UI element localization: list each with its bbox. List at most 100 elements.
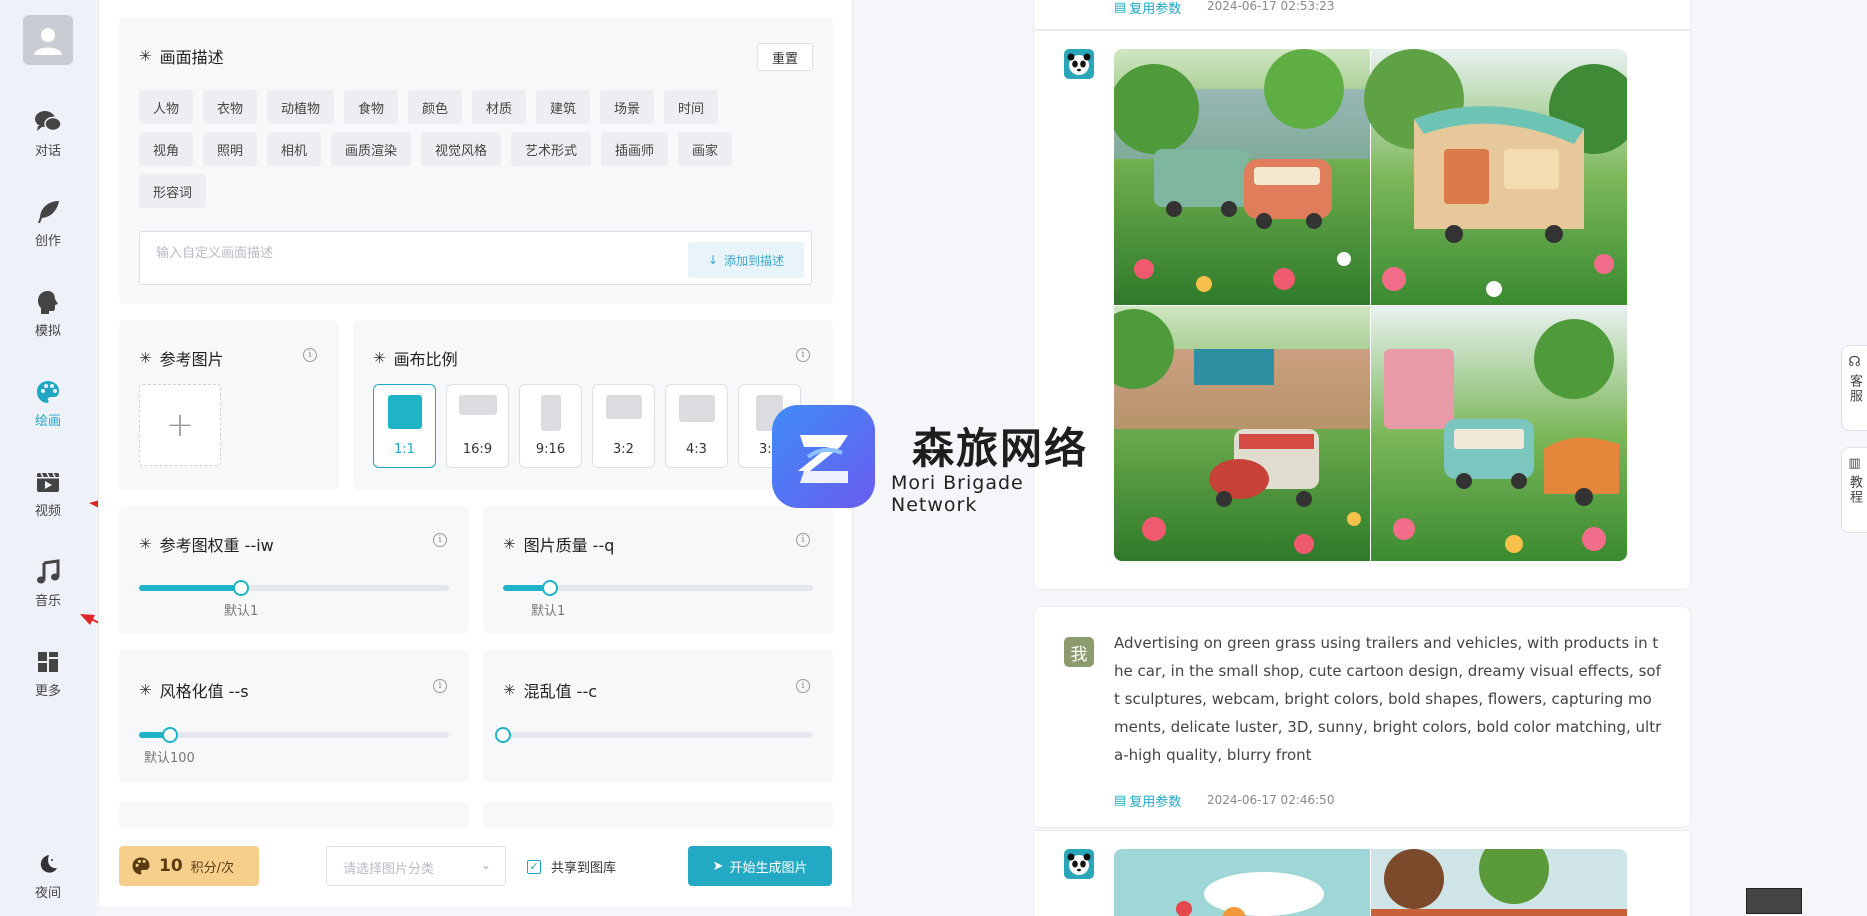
moon-icon (34, 850, 62, 878)
tag-chip[interactable]: 视觉风格 (421, 132, 502, 166)
tag-chip[interactable]: 颜色 (408, 90, 463, 124)
night-label: 夜间 (34, 886, 61, 901)
reuse-params-button[interactable]: ▤ 复用参数 (1114, 0, 1181, 17)
share-to-gallery[interactable]: ✓ 共享到图库 (527, 857, 616, 876)
user-avatar: 我 (1064, 637, 1094, 667)
tag-chip[interactable]: 人物 (139, 90, 194, 124)
stylize-title: ✳ 风格化值 --s (139, 681, 249, 701)
generate-button[interactable]: ➤ 开始生成图片 (688, 846, 832, 886)
message-card (1033, 830, 1691, 916)
ratio-label: 1:1 (394, 442, 415, 457)
nav-item-simulate[interactable]: 模拟 (0, 288, 96, 339)
chaos-slider[interactable] (495, 727, 813, 743)
tag-chip[interactable]: 场景 (600, 90, 655, 124)
nav-item-chat[interactable]: 对话 (0, 108, 96, 159)
info-icon[interactable]: i (433, 533, 447, 547)
tag-chip[interactable]: 画家 (678, 132, 733, 166)
info-icon[interactable]: i (303, 348, 317, 362)
generated-image-grid[interactable] (1114, 849, 1627, 916)
info-icon[interactable]: i (796, 533, 810, 547)
keyboard-icon[interactable] (1746, 888, 1802, 914)
info-icon[interactable]: i (796, 348, 810, 362)
tag-chip[interactable]: 动植物 (267, 90, 335, 124)
iw-slider[interactable] (139, 580, 449, 596)
tag-chip[interactable]: 衣物 (203, 90, 258, 124)
ratio-option[interactable]: 1:1 (373, 384, 436, 468)
slider-thumb[interactable] (495, 727, 511, 743)
category-select[interactable]: 请选择图片分类 ⌄ (326, 846, 506, 886)
tag-chip[interactable]: 画质渲染 (331, 132, 412, 166)
cost-badge: 10 积分/次 (119, 846, 259, 886)
nav-item-paint[interactable]: 绘画 (0, 378, 96, 429)
timestamp: 2024-06-17 02:46:50 (1207, 793, 1335, 807)
upload-image-button[interactable]: + (139, 384, 221, 466)
description-input[interactable]: 输入自定义画面描述 ↓ 添加到描述 (139, 231, 812, 285)
tag-chip[interactable]: 形容词 (139, 174, 207, 208)
nav-item-music[interactable]: 音乐 (0, 558, 96, 609)
slider-thumb[interactable] (542, 580, 558, 596)
chaos-title: ✳ 混乱值 --c (503, 681, 598, 701)
info-icon[interactable]: i (433, 679, 447, 693)
tag-chip[interactable]: 相机 (267, 132, 322, 166)
reset-button[interactable]: 重置 (757, 43, 813, 71)
watermark: 森旅网络 Mori Brigade Network (772, 405, 1102, 516)
ratio-label: 9:16 (535, 442, 566, 457)
tag-chip[interactable]: 材质 (472, 90, 527, 124)
quality-title: ✳ 图片质量 --q (503, 535, 615, 555)
iw-hint: 默认1 (224, 604, 259, 619)
nav-item-create[interactable]: 创作 (0, 198, 96, 249)
quality-hint: 默认1 (531, 604, 566, 619)
tag-chip[interactable]: 食物 (344, 90, 399, 124)
ratio-option[interactable]: 4:3 (665, 384, 728, 468)
copy-icon: ▤ (1114, 0, 1127, 15)
ratio-option[interactable]: 16:9 (446, 384, 509, 468)
reference-title: ✳ 参考图片 (139, 349, 224, 369)
cost-unit: 积分/次 (190, 860, 235, 876)
customer-service-button[interactable]: ☊ 客服 (1841, 345, 1867, 431)
tag-chip[interactable]: 视角 (139, 132, 194, 166)
ratio-shape-icon (387, 395, 422, 429)
tag-chip[interactable]: 插画师 (601, 132, 669, 166)
user-avatar[interactable] (23, 15, 73, 65)
tag-chip[interactable]: 时间 (664, 90, 719, 124)
tutorial-button[interactable]: ▥ 教程 (1841, 447, 1867, 533)
stylize-hint: 默认100 (144, 751, 195, 766)
share-checkbox[interactable]: ✓ (527, 859, 541, 874)
tag-chip[interactable]: 照明 (203, 132, 258, 166)
iw-card (119, 506, 469, 634)
music-icon (34, 558, 62, 586)
prompt-text: Advertising on green grass using trailer… (1114, 634, 1662, 764)
stylize-slider[interactable] (139, 727, 449, 743)
ratio-label: 4:3 (686, 442, 707, 457)
ratio-label: 16:9 (462, 442, 493, 457)
ratio-option[interactable]: 3:2 (592, 384, 655, 468)
ratio-shape-icon (540, 395, 561, 431)
plus-icon: + (165, 405, 195, 445)
watermark-en: Mori Brigade Network (891, 472, 1024, 516)
head-icon (34, 288, 62, 316)
chat-history: ▤ 复用参数 2024-06-17 02:53:23 我 Advertising… (1033, 0, 1691, 916)
slider-thumb[interactable] (162, 727, 178, 743)
palette-icon (34, 378, 62, 406)
add-to-description-button[interactable]: ↓ 添加到描述 (688, 242, 804, 278)
watermark-cn: 森旅网络 (912, 424, 1089, 473)
left-nav: 对话 创作 模拟 绘画 视频 音乐 更多 夜间 (0, 0, 96, 916)
tag-chip[interactable]: 建筑 (536, 90, 591, 124)
slider-thumb[interactable] (233, 580, 249, 596)
message-card: ▤ 复用参数 2024-06-17 02:53:23 (1033, 0, 1691, 30)
tag-chip[interactable]: 艺术形式 (511, 132, 592, 166)
chevron-down-icon: ⌄ (480, 858, 491, 872)
ratio-label: 3:2 (613, 442, 634, 457)
timestamp: 2024-06-17 02:53:23 (1207, 0, 1335, 13)
info-icon[interactable]: i (796, 679, 810, 693)
generated-image-grid[interactable] (1114, 49, 1627, 561)
reuse-params-button[interactable]: ▤ 复用参数 (1114, 791, 1181, 810)
grid-icon (34, 648, 62, 676)
night-mode-toggle[interactable]: 夜间 (0, 850, 96, 901)
nav-label: 更多 (34, 684, 61, 699)
ratio-option[interactable]: 9:16 (519, 384, 582, 468)
nav-item-video[interactable]: 视频 (0, 468, 96, 519)
quality-slider[interactable] (503, 580, 813, 596)
panda-icon (1067, 853, 1091, 875)
ratio-shape-icon (605, 395, 642, 419)
